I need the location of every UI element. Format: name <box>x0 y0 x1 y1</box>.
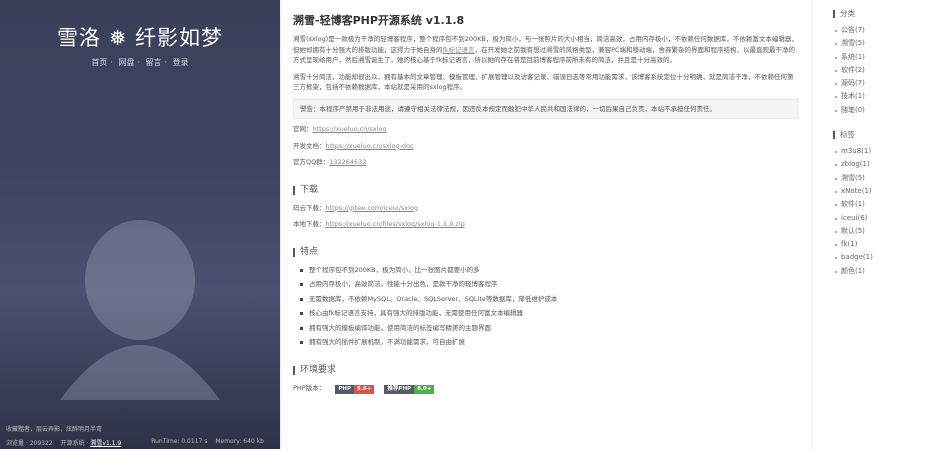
left-banner: 雪洛 ❅ 纤影如梦 首页 · 网盘 · 留言 · 登录 收藏黯者，层云弄影，炫醉明月半… <box>0 0 280 449</box>
top-nav: 首页 · 网盘 · 留言 · 登录 <box>91 58 189 67</box>
paragraph-2: 溯雪十分简洁，功能却很出众，拥有基本的文章管理、模板管理、扩展管理以及访客记录、… <box>293 72 794 92</box>
categories-heading: 分类 <box>833 10 928 18</box>
warning-box: 警告：本程序严禁用于非法用途，请遵守相关法律法规，因违反本规定而触犯中华人民共和… <box>293 98 798 119</box>
features-list: 整个程序包不到200KB，极为简小，比一张图片都要小的多 占用内存极小，高效简洁… <box>293 265 798 348</box>
download-row: 本地下载：https://xueluo.cn/files/sxlog/sxlog… <box>293 219 798 230</box>
category-link[interactable]: 技术(1) <box>835 90 928 103</box>
tag-link[interactable]: iceui(6) <box>835 212 928 225</box>
categories-list: 公告(7) 溯雪(5) 系统(1) 软件(2) 源码(7) 技术(1) 随笔(0) <box>833 24 928 117</box>
tag-link[interactable]: m3u8(1) <box>835 145 928 158</box>
link-row: 开发文档：https://xueluo.cn/sxlog-doc <box>293 141 798 152</box>
sidebar: 分类 公告(7) 溯雪(5) 系统(1) 软件(2) 源码(7) 技术(1) 随笔(0) 标… <box>812 0 928 449</box>
list-item: 核心由fk标记语言支持，具有强大的排版功能，无需使用任何富文本编辑器 <box>300 308 798 319</box>
intro-paragraph: 溯雪(sxlog)是一款极为干净的轻博客程序，整个程序包不到200KB，极为简小… <box>293 34 798 66</box>
page-title: 溯雪-轻博客PHP开源系统 v1.1.8 <box>293 14 465 27</box>
link-row: 官方QQ群：132264532 <box>293 157 798 168</box>
tag-link[interactable]: 溯雪(5) <box>835 172 928 185</box>
docs-link[interactable]: https://xueluo.cn/sxlog-doc <box>326 142 414 150</box>
php-version-row: PHP版本： PHP 5.6+ 推荐PHP 8.0+ <box>293 383 798 394</box>
download-heading: 下载 <box>293 185 798 195</box>
anime-girl-illustration <box>60 220 220 400</box>
tag-link[interactable]: 默认(5) <box>835 225 928 238</box>
runtime: RunTime: 0.0117 s <box>151 438 208 445</box>
article: 溯雪-轻博客PHP开源系统 v1.1.8 溯雪(sxlog)是一款极为干净的轻博… <box>280 0 812 449</box>
php-badge: PHP 5.6+ <box>335 384 375 394</box>
nav-login[interactable]: 登录 <box>173 58 189 67</box>
tag-link[interactable]: 软件(1) <box>835 198 928 211</box>
memory: Memory: 640 kb <box>215 438 264 445</box>
motto: 收藏黯者，层云弄影，炫醉明月半弯 <box>6 426 103 433</box>
category-link[interactable]: 系统(1) <box>835 51 928 64</box>
link-label: 官网： <box>293 125 313 133</box>
category-link[interactable]: 公告(7) <box>835 24 928 37</box>
recommended-php-badge: 推荐PHP 8.0+ <box>384 384 435 394</box>
link-label: 官方QQ群： <box>293 158 330 166</box>
env-heading: 环境要求 <box>293 365 798 375</box>
tag-link[interactable]: badge(1) <box>835 251 928 264</box>
features-heading: 特点 <box>293 247 798 257</box>
nav-disk[interactable]: 网盘 <box>118 58 134 67</box>
open-label: 开源系统 · <box>60 440 89 447</box>
version-link[interactable]: 溯雪v1.1.9 <box>90 440 121 447</box>
link-label: 开发文档： <box>293 141 326 150</box>
gitee-link[interactable]: https://gitee.com/iceui/sxlog <box>326 204 419 212</box>
nav-home[interactable]: 首页 <box>91 58 107 67</box>
category-link[interactable]: 软件(2) <box>835 64 928 77</box>
fk-link[interactable]: fk标记语言 <box>443 46 475 54</box>
download-label: 码云下载： <box>293 203 326 212</box>
list-item: 拥有强大的模板编译功能，使用简洁的标签编写精美的主题界面 <box>300 323 798 334</box>
nav-guestbook[interactable]: 留言 <box>146 58 162 67</box>
qq-group-link[interactable]: 132264532 <box>329 158 366 166</box>
local-download-link[interactable]: https://xueluo.cn/files/sxlog/sxlog-1.1.… <box>326 220 465 228</box>
php-label: PHP版本： <box>293 383 326 392</box>
category-link[interactable]: 随笔(0) <box>835 104 928 117</box>
tag-link[interactable]: zblog(1) <box>835 158 928 171</box>
list-item: 占用内存极小，高效简洁，性能十分出色，是款干净的轻博客程序 <box>300 279 798 290</box>
list-item: 整个程序包不到200KB，极为简小，比一张图片都要小的多 <box>300 265 798 276</box>
list-item: 无需数据库，不依赖MySQL、Oracle、SQLServer、SQLite等数… <box>300 294 798 305</box>
download-row: 码云下载：https://gitee.com/iceui/sxlog <box>293 203 798 214</box>
category-link[interactable]: 溯雪(5) <box>835 37 928 50</box>
visits: 浏览量 · 209322 <box>6 440 53 447</box>
tag-link[interactable]: 颜色(1) <box>835 265 928 278</box>
site-title[interactable]: 雪洛 ❅ 纤影如梦 <box>0 22 280 52</box>
tags-heading: 标签 <box>833 131 928 140</box>
download-label: 本地下载： <box>293 220 326 228</box>
website-link[interactable]: https://xueluo.cn/sxlog <box>313 125 387 133</box>
footer-stats: 浏览量 · 209322 开源系统 · 溯雪v1.1.9 RunTime: 0.… <box>6 438 276 447</box>
category-link[interactable]: 源码(7) <box>835 77 928 90</box>
tags-list: m3u8(1) zblog(1) 溯雪(5) xNote(1) 软件(1) iceui(6… <box>833 145 928 278</box>
tag-link[interactable]: xNote(1) <box>835 185 928 198</box>
link-row: 官网：https://xueluo.cn/sxlog <box>293 124 798 135</box>
tag-link[interactable]: fk(1) <box>835 238 928 251</box>
list-item: 拥有强大的插件扩展机制，不满功能需求，可自由扩展 <box>300 337 798 348</box>
